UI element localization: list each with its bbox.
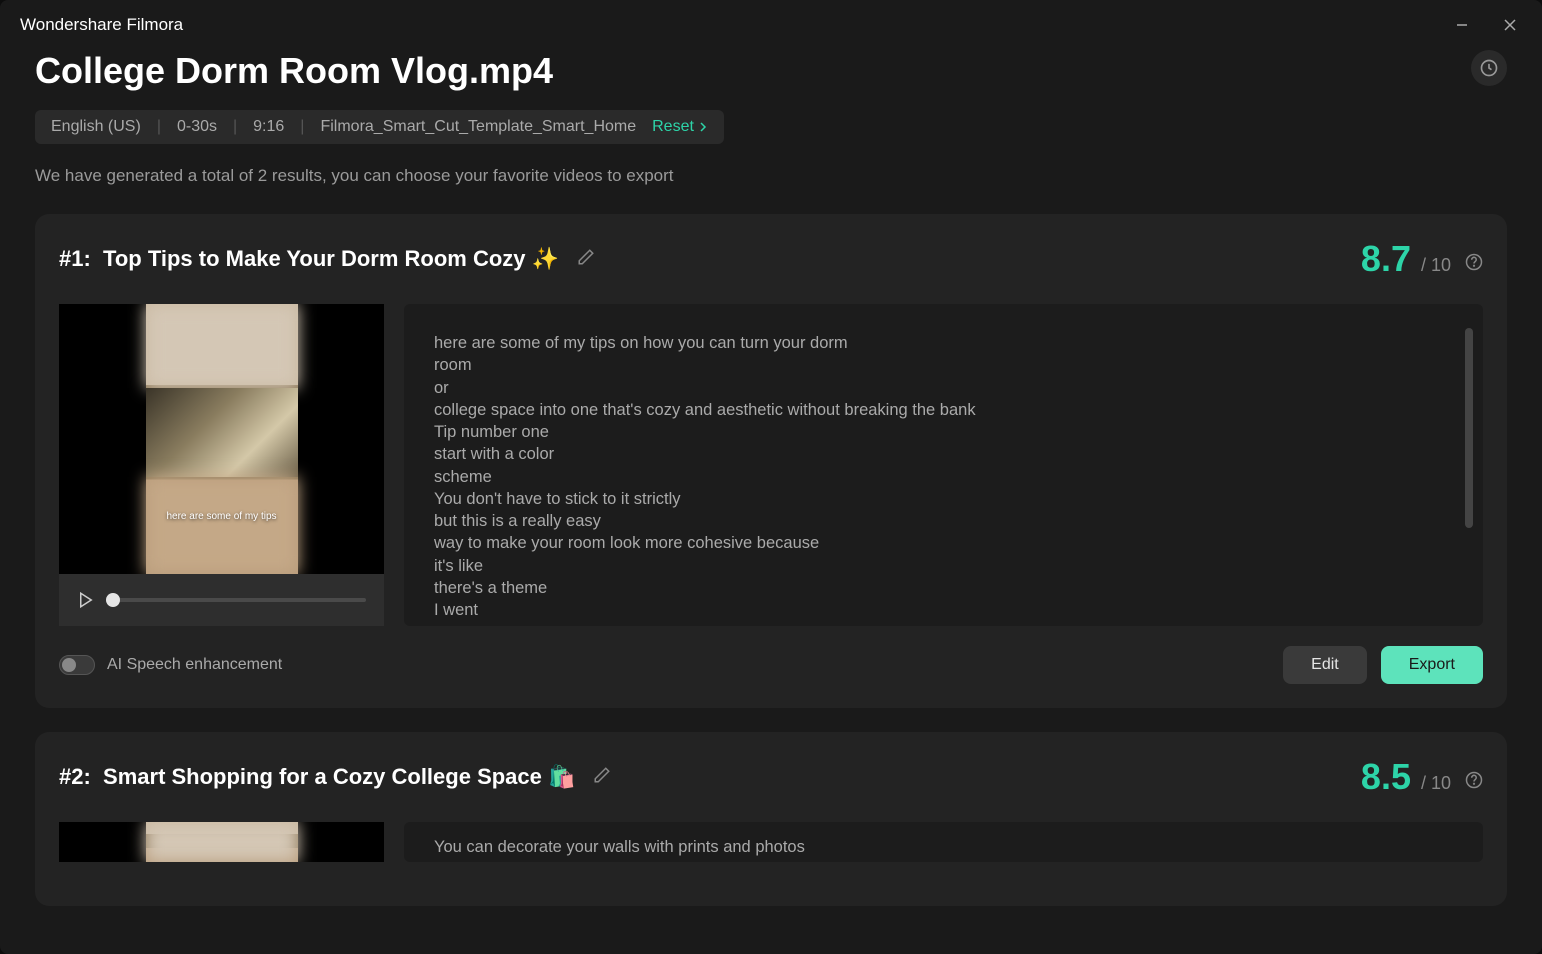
result-card: #2: Smart Shopping for a Cozy College Sp…	[35, 732, 1507, 906]
score-max: / 10	[1421, 773, 1451, 794]
edit-button[interactable]: Edit	[1283, 646, 1367, 684]
result-body: here are some of my tips here are some o…	[59, 304, 1483, 626]
play-button[interactable]	[77, 591, 95, 609]
filter-chips: English (US) | 0-30s | 9:16 | Filmora_Sm…	[35, 110, 724, 144]
close-button[interactable]	[1498, 13, 1522, 37]
edit-title-icon[interactable]	[577, 248, 595, 271]
score-max: / 10	[1421, 255, 1451, 276]
chip-divider: |	[157, 118, 161, 136]
transcript-text: here are some of my tips on how you can …	[434, 332, 1453, 621]
chip-divider: |	[233, 118, 237, 136]
page-header: College Dorm Room Vlog.mp4	[35, 50, 1507, 92]
action-buttons: Edit Export	[1283, 646, 1483, 684]
result-name: Smart Shopping for a Cozy College Space …	[103, 764, 575, 789]
video-preview[interactable]: here are some of my tips	[59, 304, 384, 574]
thumbnail-caption: here are some of my tips	[166, 511, 276, 522]
result-footer: AI Speech enhancement Edit Export	[59, 646, 1483, 684]
edit-title-icon[interactable]	[593, 766, 611, 789]
export-button[interactable]: Export	[1381, 646, 1483, 684]
result-index: #1:	[59, 246, 91, 271]
chip-language: English (US)	[51, 118, 141, 136]
help-icon[interactable]	[1465, 253, 1483, 271]
result-index: #2:	[59, 764, 91, 789]
reset-label: Reset	[652, 118, 694, 136]
result-title: #2: Smart Shopping for a Cozy College Sp…	[59, 764, 575, 790]
transcript-panel: You can decorate your walls with prints …	[404, 822, 1483, 862]
score-display: 8.7 / 10	[1361, 238, 1483, 280]
toggle-label: AI Speech enhancement	[107, 656, 282, 674]
video-column	[59, 822, 384, 862]
transcript-panel: here are some of my tips on how you can …	[404, 304, 1483, 626]
main-content: College Dorm Room Vlog.mp4 English (US) …	[0, 50, 1542, 954]
result-header: #1: Top Tips to Make Your Dorm Room Cozy…	[59, 238, 1483, 280]
chip-divider: |	[300, 118, 304, 136]
chip-template: Filmora_Smart_Cut_Template_Smart_Home	[320, 118, 636, 136]
result-body: You can decorate your walls with prints …	[59, 822, 1483, 862]
score-value: 8.7	[1361, 238, 1411, 280]
window-controls	[1450, 13, 1522, 37]
history-button[interactable]	[1471, 50, 1507, 86]
minimize-button[interactable]	[1450, 13, 1474, 37]
result-header: #2: Smart Shopping for a Cozy College Sp…	[59, 756, 1483, 798]
chip-aspect: 9:16	[253, 118, 284, 136]
app-title: Wondershare Filmora	[20, 15, 183, 35]
help-icon[interactable]	[1465, 771, 1483, 789]
ai-enhancement-toggle[interactable]	[59, 655, 95, 675]
result-card: #1: Top Tips to Make Your Dorm Room Cozy…	[35, 214, 1507, 708]
video-progress-bar[interactable]	[113, 598, 366, 602]
app-window: Wondershare Filmora College Dorm Room Vl…	[0, 0, 1542, 954]
result-name: Top Tips to Make Your Dorm Room Cozy ✨	[103, 246, 559, 271]
ai-enhancement-toggle-wrap: AI Speech enhancement	[59, 655, 282, 675]
video-preview[interactable]	[59, 822, 384, 862]
video-column: here are some of my tips	[59, 304, 384, 626]
result-title: #1: Top Tips to Make Your Dorm Room Cozy…	[59, 246, 559, 272]
result-title-wrap: #2: Smart Shopping for a Cozy College Sp…	[59, 764, 611, 790]
score-value: 8.5	[1361, 756, 1411, 798]
transcript-text: You can decorate your walls with prints …	[434, 836, 1453, 858]
reset-button[interactable]: Reset	[652, 118, 708, 136]
video-thumbnail: here are some of my tips	[146, 304, 298, 574]
chip-duration: 0-30s	[177, 118, 217, 136]
result-title-wrap: #1: Top Tips to Make Your Dorm Room Cozy…	[59, 246, 595, 272]
page-title: College Dorm Room Vlog.mp4	[35, 50, 553, 92]
score-display: 8.5 / 10	[1361, 756, 1483, 798]
video-thumbnail	[146, 822, 298, 862]
progress-handle[interactable]	[106, 593, 120, 607]
info-text: We have generated a total of 2 results, …	[35, 166, 1507, 186]
transcript-scrollbar[interactable]	[1465, 328, 1473, 528]
video-controls	[59, 574, 384, 626]
titlebar: Wondershare Filmora	[0, 0, 1542, 50]
